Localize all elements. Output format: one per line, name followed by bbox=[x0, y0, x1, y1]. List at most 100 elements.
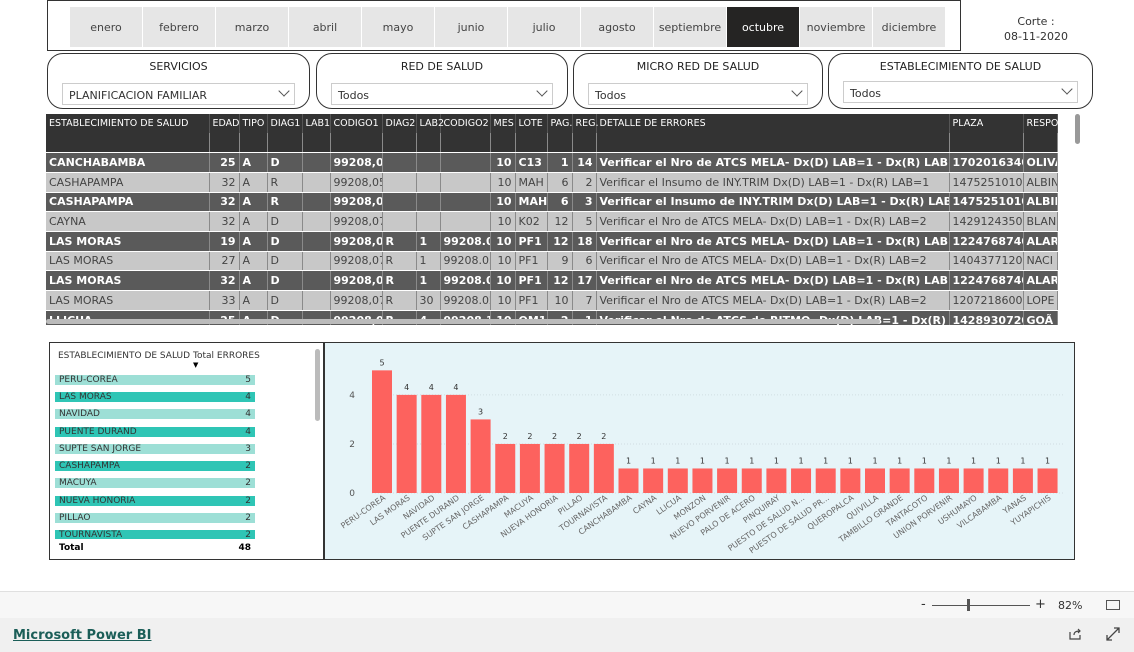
bar[interactable] bbox=[569, 443, 590, 493]
month-button-10[interactable]: noviembre bbox=[800, 7, 872, 47]
bar[interactable] bbox=[519, 443, 540, 493]
month-button-2[interactable]: marzo bbox=[216, 7, 288, 47]
table-cell: A bbox=[239, 152, 268, 173]
column-header[interactable]: LOTE bbox=[515, 114, 548, 133]
bar[interactable] bbox=[1012, 468, 1033, 493]
zoom-slider-track[interactable] bbox=[932, 605, 1030, 606]
month-button-4[interactable]: mayo bbox=[362, 7, 434, 47]
summary-row[interactable]: TOURNAVISTA 2 bbox=[55, 527, 305, 539]
table-row[interactable]: CAYNA 32 A D 99208,07 10 K02 12 5 Verificar el Nr… bbox=[46, 211, 1058, 232]
bar[interactable] bbox=[445, 394, 466, 493]
summary-row[interactable]: CASHAPAMPA 2 bbox=[55, 457, 305, 474]
column-header[interactable]: CODIGO1 bbox=[330, 114, 383, 133]
bar[interactable] bbox=[741, 468, 762, 493]
bar[interactable] bbox=[815, 468, 836, 493]
column-header[interactable]: PLAZA bbox=[949, 114, 1024, 133]
fullscreen-icon[interactable] bbox=[1106, 627, 1120, 641]
bar[interactable] bbox=[988, 468, 1009, 493]
bar[interactable] bbox=[791, 468, 812, 493]
column-header[interactable]: CODIGO2 bbox=[440, 114, 491, 133]
column-header[interactable]: RESPO bbox=[1023, 114, 1058, 133]
table-row[interactable]: LAS MORAS27AD 99208,07R199208.0510PF196Ve… bbox=[46, 251, 1058, 272]
table-vertical-scrollbar[interactable] bbox=[1075, 114, 1080, 144]
summary-row[interactable]: NAVIDAD 4 bbox=[55, 406, 305, 423]
table-row[interactable]: CASHAPAMPA 32 A R 99208,05 10 MAH 6 2 Verificar e… bbox=[46, 172, 1058, 193]
summary-row[interactable]: PILLAO 2 bbox=[55, 509, 305, 526]
bar[interactable] bbox=[963, 468, 984, 493]
bar[interactable] bbox=[618, 468, 639, 493]
column-header[interactable]: DIAG2 bbox=[382, 114, 417, 133]
bar[interactable] bbox=[840, 468, 861, 493]
summary-row-value: 5 bbox=[186, 374, 255, 385]
bar[interactable] bbox=[495, 443, 516, 493]
zoom-slider-handle[interactable] bbox=[967, 599, 970, 611]
share-icon[interactable] bbox=[1068, 627, 1082, 641]
slicer-red-dropdown[interactable]: Todos bbox=[331, 83, 553, 105]
bar[interactable] bbox=[865, 468, 885, 493]
table-cell: ALAR bbox=[1023, 270, 1058, 291]
bar[interactable] bbox=[1037, 468, 1058, 493]
bar[interactable] bbox=[889, 468, 910, 493]
bar[interactable] bbox=[421, 394, 442, 493]
bar[interactable] bbox=[544, 443, 565, 493]
bar[interactable] bbox=[470, 419, 491, 493]
bar[interactable] bbox=[692, 468, 713, 493]
zoom-in-button[interactable]: + bbox=[1035, 597, 1046, 612]
column-header[interactable]: REG. bbox=[572, 114, 599, 133]
summary-row[interactable]: PUENTE DURAND 4 bbox=[55, 423, 305, 440]
summary-header-value[interactable]: Total ERRORES bbox=[193, 351, 260, 361]
summary-row[interactable]: PERU-COREA 5 bbox=[55, 371, 305, 388]
column-header[interactable]: TIPO bbox=[239, 114, 268, 133]
month-button-1[interactable]: febrero bbox=[143, 7, 215, 47]
month-button-11[interactable]: diciembre bbox=[873, 7, 945, 47]
column-header[interactable]: LAB2 bbox=[416, 114, 444, 133]
summary-vertical-scrollbar[interactable] bbox=[315, 349, 320, 421]
column-header[interactable]: MES bbox=[490, 114, 516, 133]
bar[interactable] bbox=[372, 370, 392, 493]
month-button-7[interactable]: agosto bbox=[581, 7, 653, 47]
table-row[interactable]: CASHAPAMPA32AR 99208,05 10MAH63Verificar e… bbox=[46, 192, 1058, 213]
summary-header-name[interactable]: ESTABLECIMIENTO DE SALUD bbox=[58, 351, 193, 361]
column-header[interactable]: DETALLE DE ERRORES bbox=[596, 114, 950, 133]
table-cell: Verificar el Nro de ATCS MELA- Dx(D) LAB… bbox=[596, 251, 950, 272]
month-button-6[interactable]: julio bbox=[508, 7, 580, 47]
slicer-establecimiento-dropdown[interactable]: Todos bbox=[843, 81, 1078, 103]
bar[interactable] bbox=[643, 468, 664, 493]
table-cell: BLAN bbox=[1023, 211, 1058, 232]
month-button-3[interactable]: abril bbox=[289, 7, 361, 47]
bar[interactable] bbox=[938, 468, 959, 493]
month-button-9[interactable]: octubre bbox=[727, 7, 799, 47]
month-button-0[interactable]: enero bbox=[70, 7, 142, 47]
zoom-out-button[interactable]: - bbox=[921, 597, 926, 612]
table-row[interactable]: LAS MORAS33AD99208,07R3099208.0210PF1107… bbox=[46, 290, 1058, 311]
table-horizontal-scrollbar[interactable] bbox=[46, 319, 880, 324]
summary-row[interactable]: LAS MORAS 4 bbox=[55, 388, 305, 405]
table-row[interactable]: CANCHABAMBA25AD 99208,07 10C13114Verificar… bbox=[46, 152, 1058, 173]
table-cell: 19 bbox=[209, 231, 240, 252]
slicer-servicios-dropdown[interactable]: PLANIFICACION FAMILIAR bbox=[62, 83, 295, 105]
power-bi-link[interactable]: Microsoft Power BI bbox=[13, 628, 151, 643]
bar[interactable] bbox=[593, 443, 614, 493]
table-row[interactable]: LAS MORAS19AD 99208,07R199208.0510PF11218… bbox=[46, 231, 1058, 252]
bar[interactable] bbox=[667, 468, 688, 493]
bar[interactable] bbox=[766, 468, 787, 493]
summary-row[interactable]: SUPTE SAN JORGE 3 bbox=[55, 440, 305, 457]
column-header[interactable]: DIAG1 bbox=[267, 114, 303, 133]
summary-row[interactable]: MACUYA 2 bbox=[55, 475, 305, 492]
column-header[interactable]: EDAD bbox=[209, 114, 240, 133]
table-cell bbox=[440, 211, 491, 232]
month-button-5[interactable]: junio bbox=[435, 7, 507, 47]
slicer-micro-red-dropdown[interactable]: Todos bbox=[588, 83, 808, 105]
month-button-8[interactable]: septiembre bbox=[654, 7, 726, 47]
column-header[interactable]: ESTABLECIMIENTO DE SALUD bbox=[46, 114, 210, 133]
bar[interactable] bbox=[914, 468, 935, 493]
table-row[interactable]: LAS MORAS32AD 99208,07R199208.0510PF11217… bbox=[46, 270, 1058, 291]
fit-to-page-icon[interactable] bbox=[1106, 600, 1120, 610]
table-cell: 32 bbox=[209, 172, 240, 193]
bar[interactable] bbox=[717, 468, 738, 493]
column-header[interactable]: LAB1 bbox=[302, 114, 331, 133]
bar[interactable] bbox=[396, 394, 417, 493]
table-cell: ALAR bbox=[1023, 231, 1058, 252]
summary-row[interactable]: NUEVA HONORIA 2 bbox=[55, 492, 305, 509]
column-header[interactable]: PAG. bbox=[547, 114, 573, 133]
